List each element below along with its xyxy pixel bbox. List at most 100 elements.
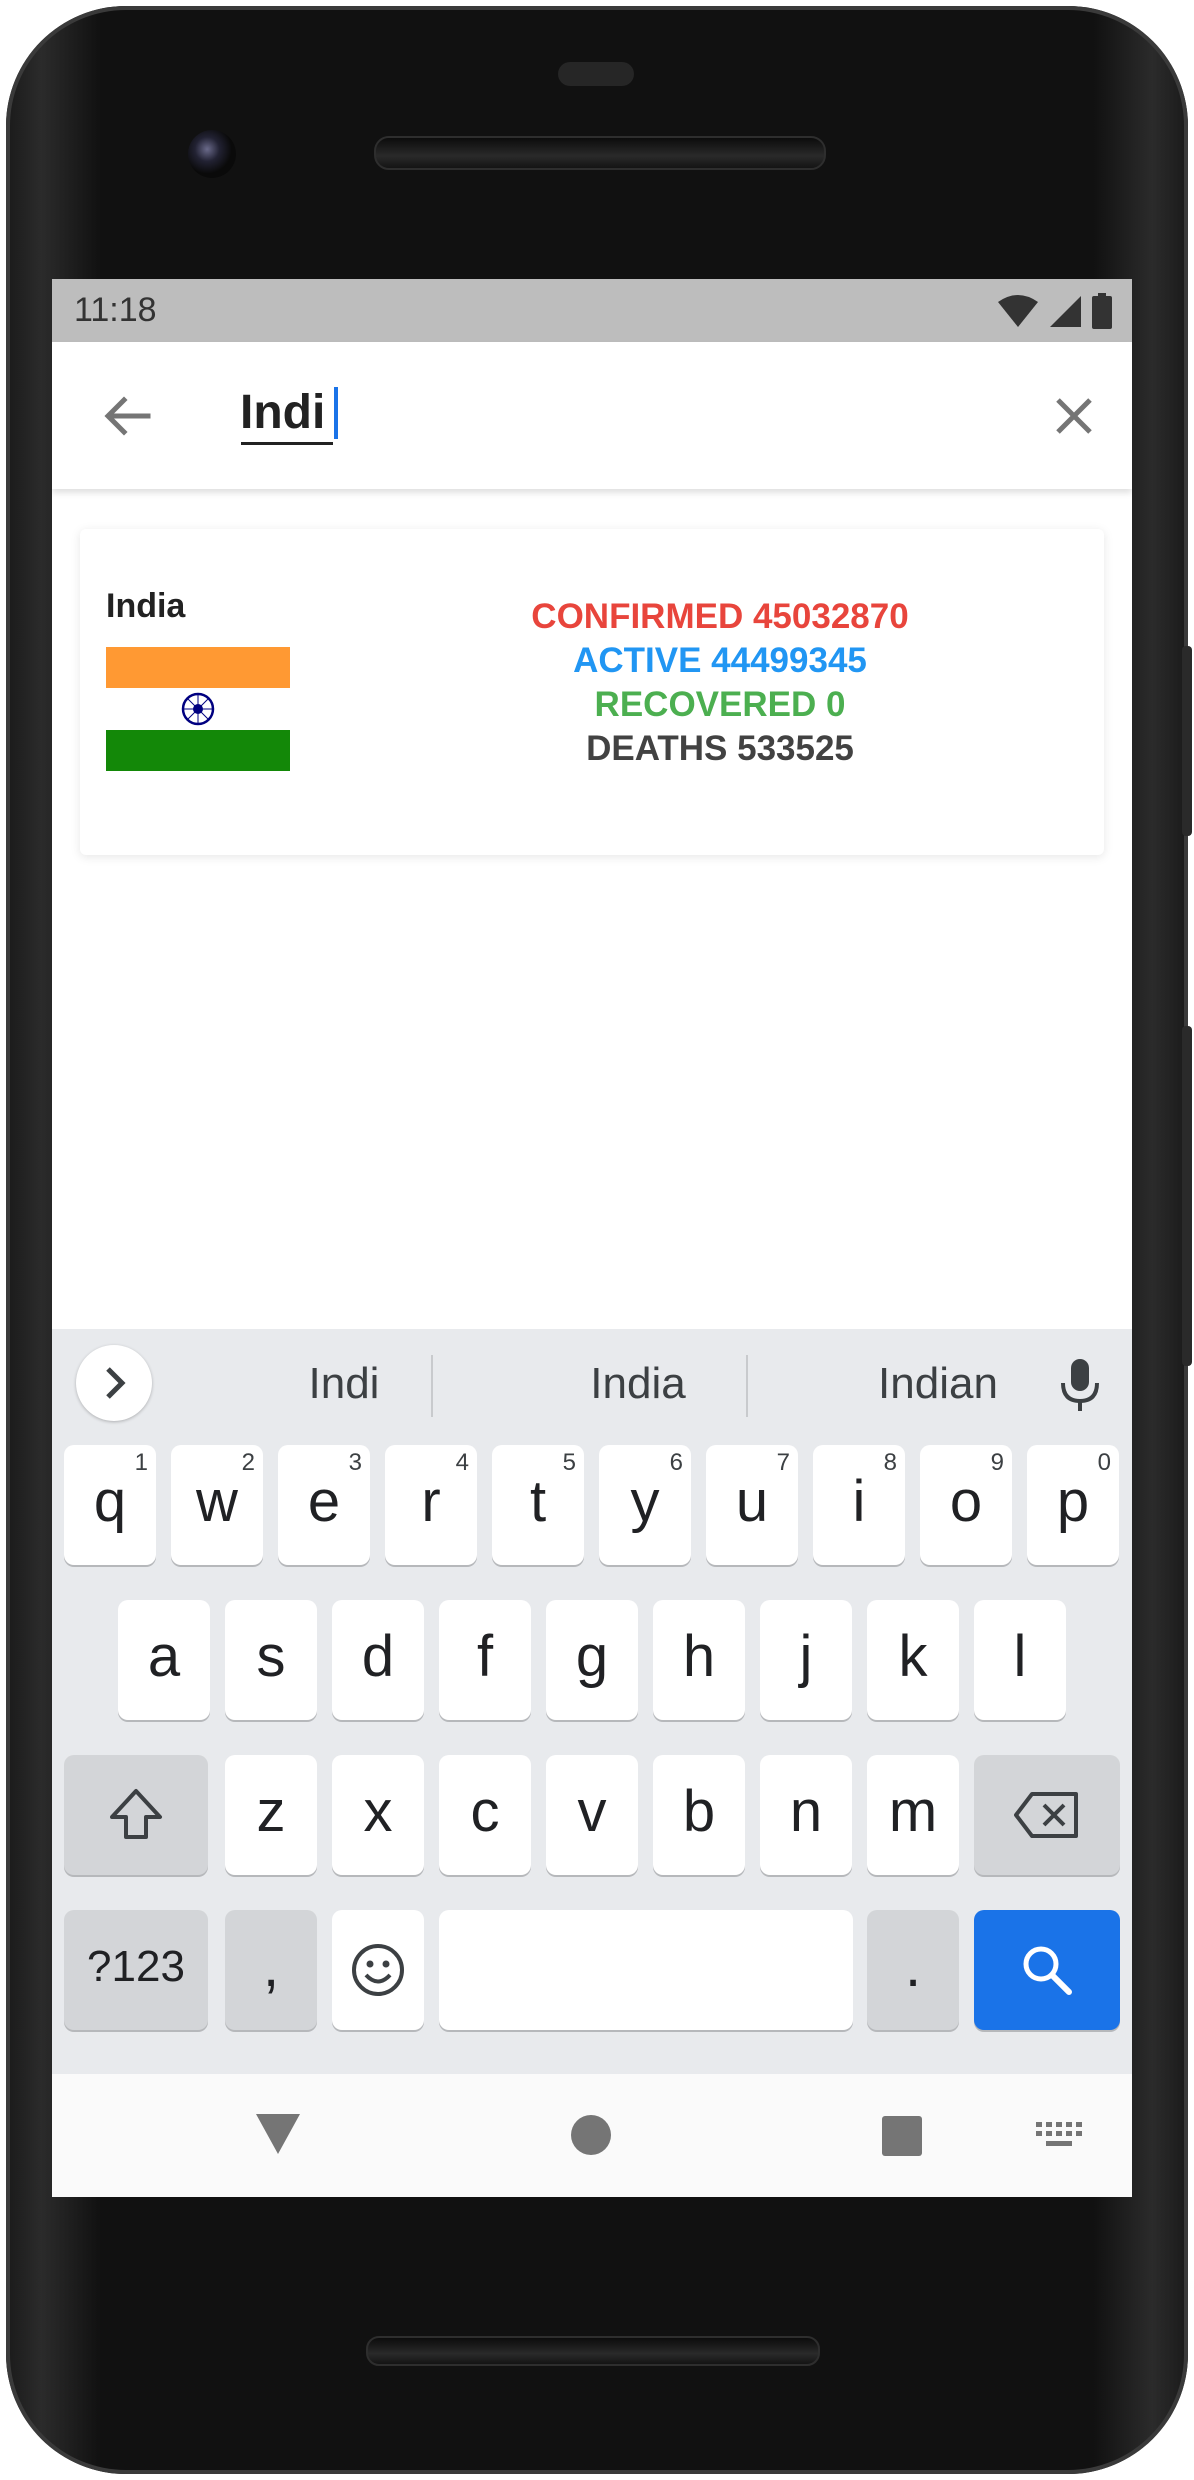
stats-block: CONFIRMED 45032870 ACTIVE 44499345 RECOV… (440, 595, 1000, 771)
suggestion-divider (746, 1355, 748, 1417)
search-bar (52, 342, 1132, 489)
key-label: r (421, 1469, 441, 1534)
key-x[interactable]: x (332, 1755, 424, 1875)
emoji-icon (352, 1944, 404, 1996)
country-name: India (106, 587, 186, 625)
keyboard-switch-icon[interactable] (1036, 2122, 1082, 2150)
earpiece-speaker (374, 136, 826, 170)
key-u[interactable]: u7 (706, 1445, 798, 1565)
key-label: w (196, 1469, 238, 1534)
suggestion-3[interactable]: Indian (788, 1359, 1088, 1409)
signal-icon (1050, 296, 1081, 327)
suggestion-strip: Indi India Indian (52, 1329, 1132, 1439)
backspace-key[interactable] (974, 1755, 1120, 1875)
key-hint: 1 (134, 1449, 148, 1476)
country-result-card[interactable]: India CONFIRMED 45032870 ACTIVE 44499345… (80, 529, 1104, 855)
key-hint: 6 (669, 1449, 683, 1476)
key-r[interactable]: r4 (385, 1445, 477, 1565)
shift-icon (110, 1789, 162, 1839)
key-q[interactable]: q1 (64, 1445, 156, 1565)
back-arrow-icon[interactable] (98, 386, 158, 446)
key-k[interactable]: k (867, 1600, 959, 1720)
key-a[interactable]: a (118, 1600, 210, 1720)
battery-icon (1092, 293, 1112, 329)
key-label: u (735, 1469, 769, 1534)
volume-button (1182, 1026, 1192, 1366)
key-j[interactable]: j (760, 1600, 852, 1720)
key-label: y (630, 1469, 660, 1534)
recovered-count: RECOVERED 0 (594, 685, 846, 724)
key-hint: 5 (562, 1449, 576, 1476)
key-d[interactable]: d (332, 1600, 424, 1720)
key-m[interactable]: m (867, 1755, 959, 1875)
recents-square-icon[interactable] (882, 2116, 922, 2156)
microphone-icon[interactable] (1056, 1357, 1104, 1413)
key-t[interactable]: t5 (492, 1445, 584, 1565)
key-hint: 8 (883, 1449, 897, 1476)
key-o[interactable]: o9 (920, 1445, 1012, 1565)
power-button (1182, 646, 1192, 836)
india-flag (106, 647, 290, 771)
key-y[interactable]: y6 (599, 1445, 691, 1565)
symbols-key[interactable]: ?123 (64, 1910, 208, 2030)
close-icon[interactable] (1044, 386, 1104, 446)
home-circle-icon[interactable] (570, 2114, 612, 2156)
wifi-icon (998, 295, 1038, 327)
key-label: p (1056, 1469, 1090, 1534)
key-s[interactable]: s (225, 1600, 317, 1720)
key-hint: 2 (241, 1449, 255, 1476)
navigation-bar (52, 2074, 1132, 2197)
key-g[interactable]: g (546, 1600, 638, 1720)
key-h[interactable]: h (653, 1600, 745, 1720)
key-hint: 9 (990, 1449, 1004, 1476)
key-hint: 4 (455, 1449, 469, 1476)
key-v[interactable]: v (546, 1755, 638, 1875)
text-cursor (334, 387, 338, 439)
period-key[interactable]: . (867, 1910, 959, 2030)
key-c[interactable]: c (439, 1755, 531, 1875)
deaths-count: DEATHS 533525 (586, 729, 854, 768)
chevron-right-icon (106, 1367, 126, 1399)
key-z[interactable]: z (225, 1755, 317, 1875)
top-sensor (558, 62, 634, 86)
key-label: t (529, 1469, 547, 1534)
key-n[interactable]: n (760, 1755, 852, 1875)
comma-key[interactable]: , (225, 1910, 317, 2030)
back-triangle-icon[interactable] (254, 2112, 302, 2156)
key-w[interactable]: w2 (171, 1445, 263, 1565)
key-label: e (307, 1469, 341, 1534)
key-f[interactable]: f (439, 1600, 531, 1720)
search-icon (1023, 1946, 1072, 1995)
shift-key[interactable] (64, 1755, 208, 1875)
soft-keyboard: Indi India Indian q1 w2 e3 r4 t5 y6 u7 i… (52, 1329, 1132, 2074)
bottom-speaker (366, 2336, 820, 2366)
suggestion-1[interactable]: Indi (194, 1359, 494, 1409)
key-l[interactable]: l (974, 1600, 1066, 1720)
key-hint: 3 (348, 1449, 362, 1476)
active-count: ACTIVE 44499345 (573, 641, 867, 680)
key-label: o (949, 1469, 983, 1534)
search-input[interactable] (240, 372, 940, 452)
expand-toolbar-button[interactable] (76, 1345, 152, 1421)
key-p[interactable]: p0 (1027, 1445, 1119, 1565)
backspace-icon (1014, 1792, 1078, 1838)
key-i[interactable]: i8 (813, 1445, 905, 1565)
front-camera (188, 130, 236, 178)
screen: 11:18 India (52, 279, 1132, 2197)
space-key[interactable] (439, 1910, 853, 2030)
status-bar: 11:18 (52, 279, 1132, 342)
key-hint: 7 (776, 1449, 790, 1476)
suggestion-2[interactable]: India (488, 1359, 788, 1409)
status-icons (998, 291, 1112, 331)
suggestion-divider (431, 1355, 433, 1417)
search-key[interactable] (974, 1910, 1120, 2030)
key-hint: 0 (1097, 1449, 1111, 1476)
key-label: i (852, 1469, 866, 1534)
confirmed-count: CONFIRMED 45032870 (531, 597, 909, 636)
status-time: 11:18 (74, 291, 157, 329)
key-e[interactable]: e3 (278, 1445, 370, 1565)
key-b[interactable]: b (653, 1755, 745, 1875)
input-underline (241, 442, 333, 445)
key-label: q (93, 1469, 127, 1534)
emoji-key[interactable] (332, 1910, 424, 2030)
